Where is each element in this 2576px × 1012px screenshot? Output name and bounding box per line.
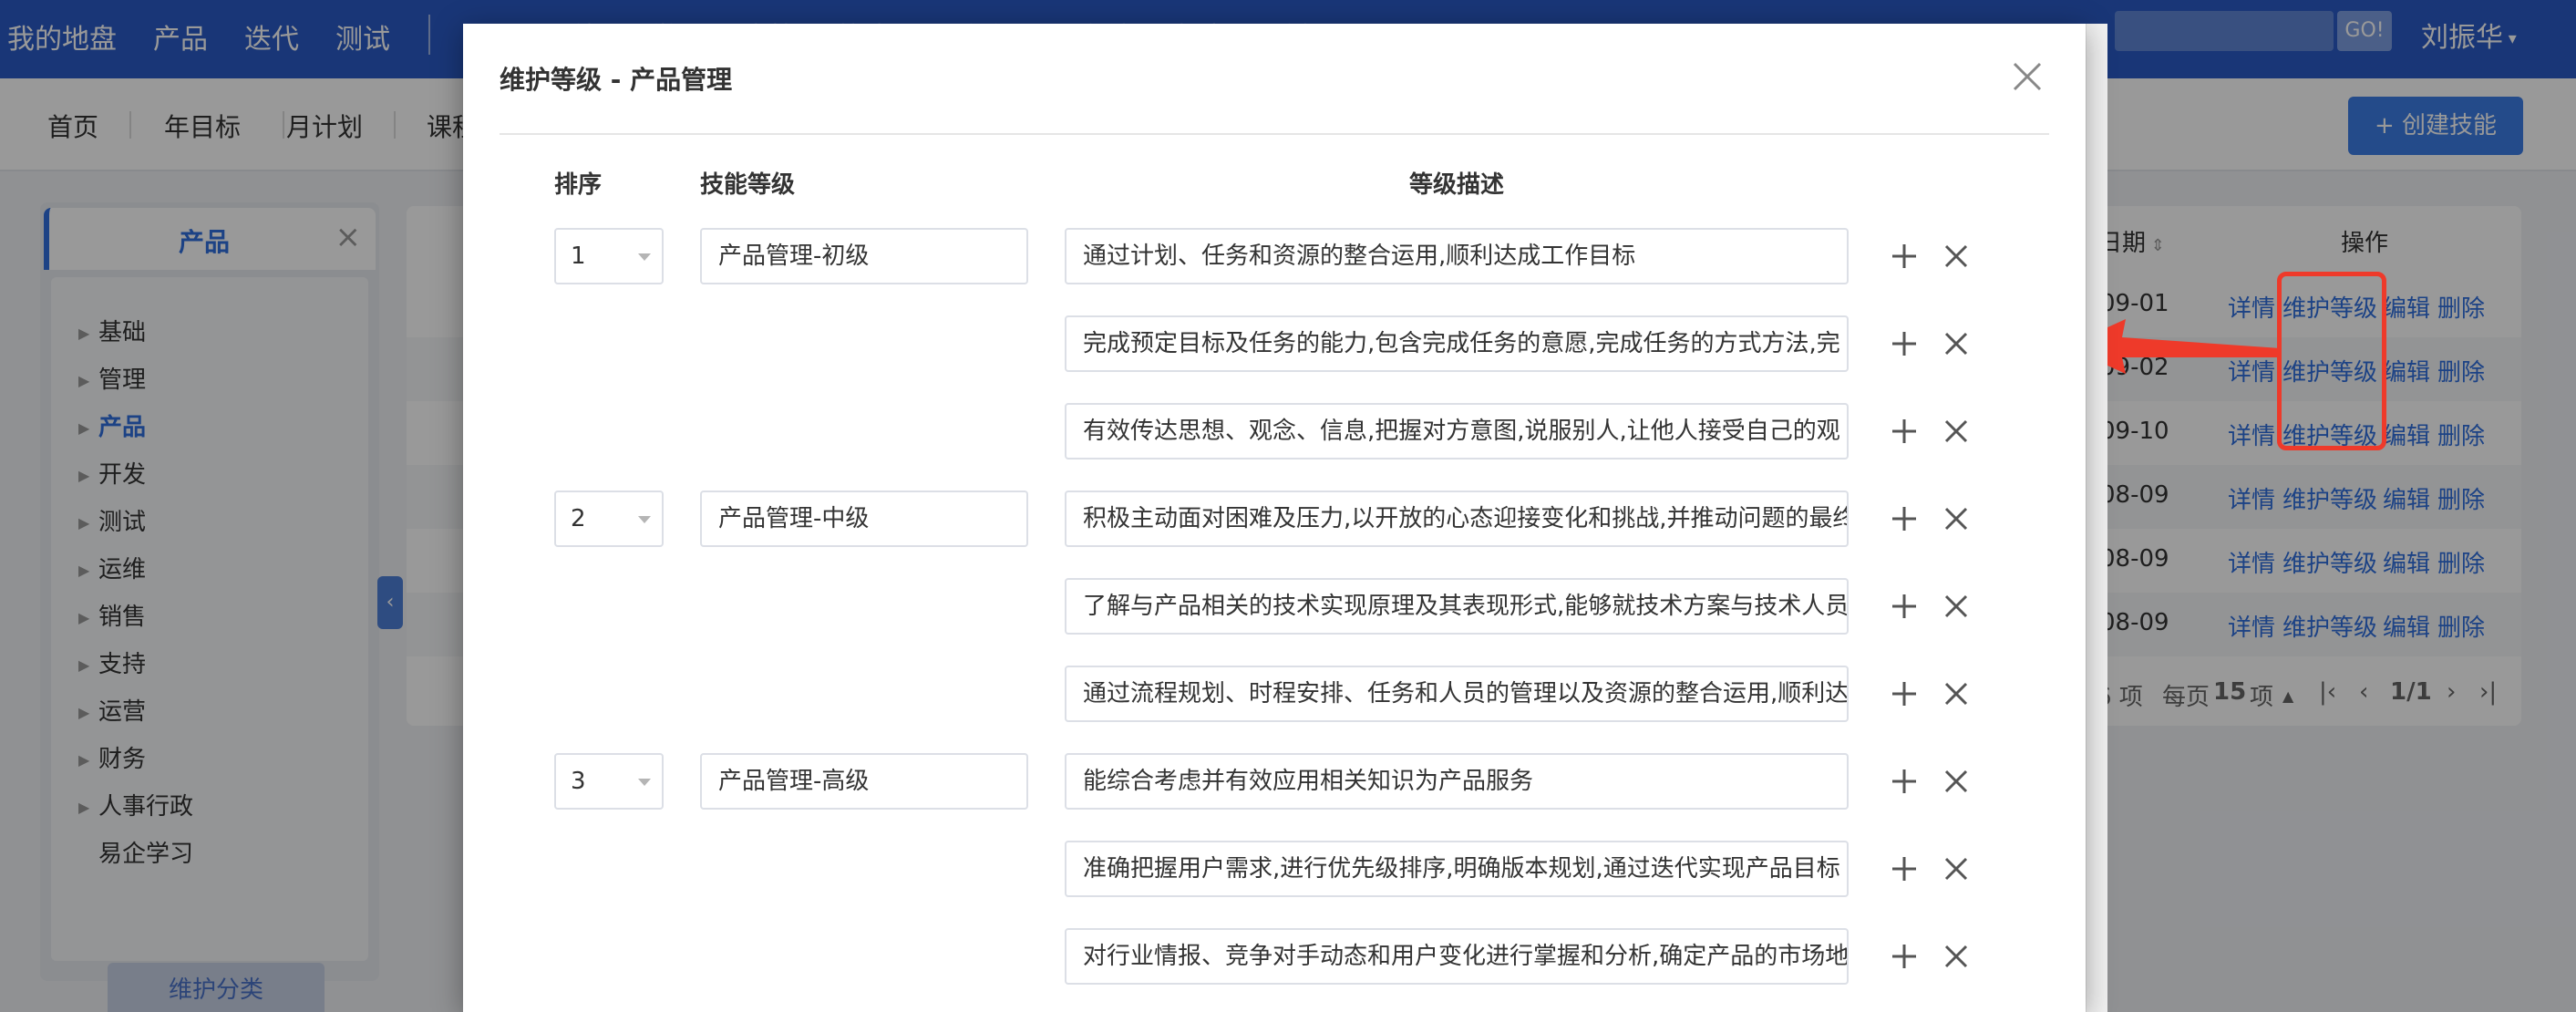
level-description-input[interactable]: 通过流程规划、时程安排、任务和人员的管理以及资源的整合运用,顺利达 (1065, 666, 1849, 722)
level-description-input[interactable]: 能综合考虑并有效应用相关知识为产品服务 (1065, 753, 1849, 810)
add-icon[interactable] (1889, 241, 1920, 272)
remove-icon[interactable] (1942, 329, 1971, 358)
level-description-input[interactable]: 准确把握用户需求,进行优先级排序,明确版本规划,通过迭代实现产品目标 (1065, 841, 1849, 897)
order-select-value: 2 (571, 505, 586, 532)
dialog-title: 维护等级 - 产品管理 (500, 65, 733, 95)
level-description-input[interactable]: 完成预定目标及任务的能力,包含完成任务的意愿,完成任务的方式方法,完 (1065, 315, 1849, 372)
close-icon[interactable] (2007, 57, 2047, 97)
add-icon[interactable] (1889, 328, 1920, 359)
caret-down-icon (638, 779, 651, 786)
header-skill-level: 技能等级 (700, 171, 796, 199)
remove-icon[interactable] (1942, 417, 1971, 446)
level-description-input[interactable]: 通过计划、任务和资源的整合运用,顺利达成工作目标 (1065, 228, 1849, 284)
level-description-input[interactable]: 了解与产品相关的技术实现原理及其表现形式,能够就技术方案与技术人员 (1065, 578, 1849, 635)
add-icon[interactable] (1889, 853, 1920, 884)
maintain-levels-dialog: 维护等级 - 产品管理 排序 技能等级 等级描述 1 产品管理-初级 通过计划、… (463, 24, 2086, 1012)
header-order: 排序 (554, 171, 603, 199)
header-level-description: 等级描述 (1409, 171, 1505, 199)
skill-level-name-input[interactable]: 产品管理-中级 (700, 491, 1028, 547)
add-icon[interactable] (1889, 941, 1920, 972)
add-icon[interactable] (1889, 766, 1920, 797)
level-description-input[interactable]: 对行业情报、竞争对手动态和用户变化进行掌握和分析,确定产品的市场地 (1065, 928, 1849, 985)
add-icon[interactable] (1889, 591, 1920, 622)
order-select[interactable]: 1 (554, 228, 664, 284)
remove-icon[interactable] (1942, 504, 1971, 533)
skill-level-name-input[interactable]: 产品管理-初级 (700, 228, 1028, 284)
remove-icon[interactable] (1942, 942, 1971, 971)
order-select-value: 1 (571, 243, 586, 270)
level-description-input[interactable]: 有效传达思想、观念、信息,把握对方意图,说服别人,让他人接受自己的观 (1065, 403, 1849, 460)
caret-down-icon (638, 253, 651, 261)
caret-down-icon (638, 516, 651, 523)
order-select-value: 3 (571, 768, 586, 795)
modal-scrollbar[interactable] (2086, 24, 2107, 1012)
remove-icon[interactable] (1942, 592, 1971, 621)
remove-icon[interactable] (1942, 854, 1971, 883)
skill-level-name-input[interactable]: 产品管理-高级 (700, 753, 1028, 810)
remove-icon[interactable] (1942, 767, 1971, 796)
order-select[interactable]: 3 (554, 753, 664, 810)
remove-icon[interactable] (1942, 242, 1971, 271)
annotation-highlight-box (2277, 272, 2386, 450)
level-description-input[interactable]: 积极主动面对困难及压力,以开放的心态迎接变化和挑战,并推动问题的最终 (1065, 491, 1849, 547)
order-select[interactable]: 2 (554, 491, 664, 547)
add-icon[interactable] (1889, 503, 1920, 534)
dialog-divider (500, 133, 2049, 135)
add-icon[interactable] (1889, 416, 1920, 447)
remove-icon[interactable] (1942, 679, 1971, 708)
add-icon[interactable] (1889, 678, 1920, 709)
